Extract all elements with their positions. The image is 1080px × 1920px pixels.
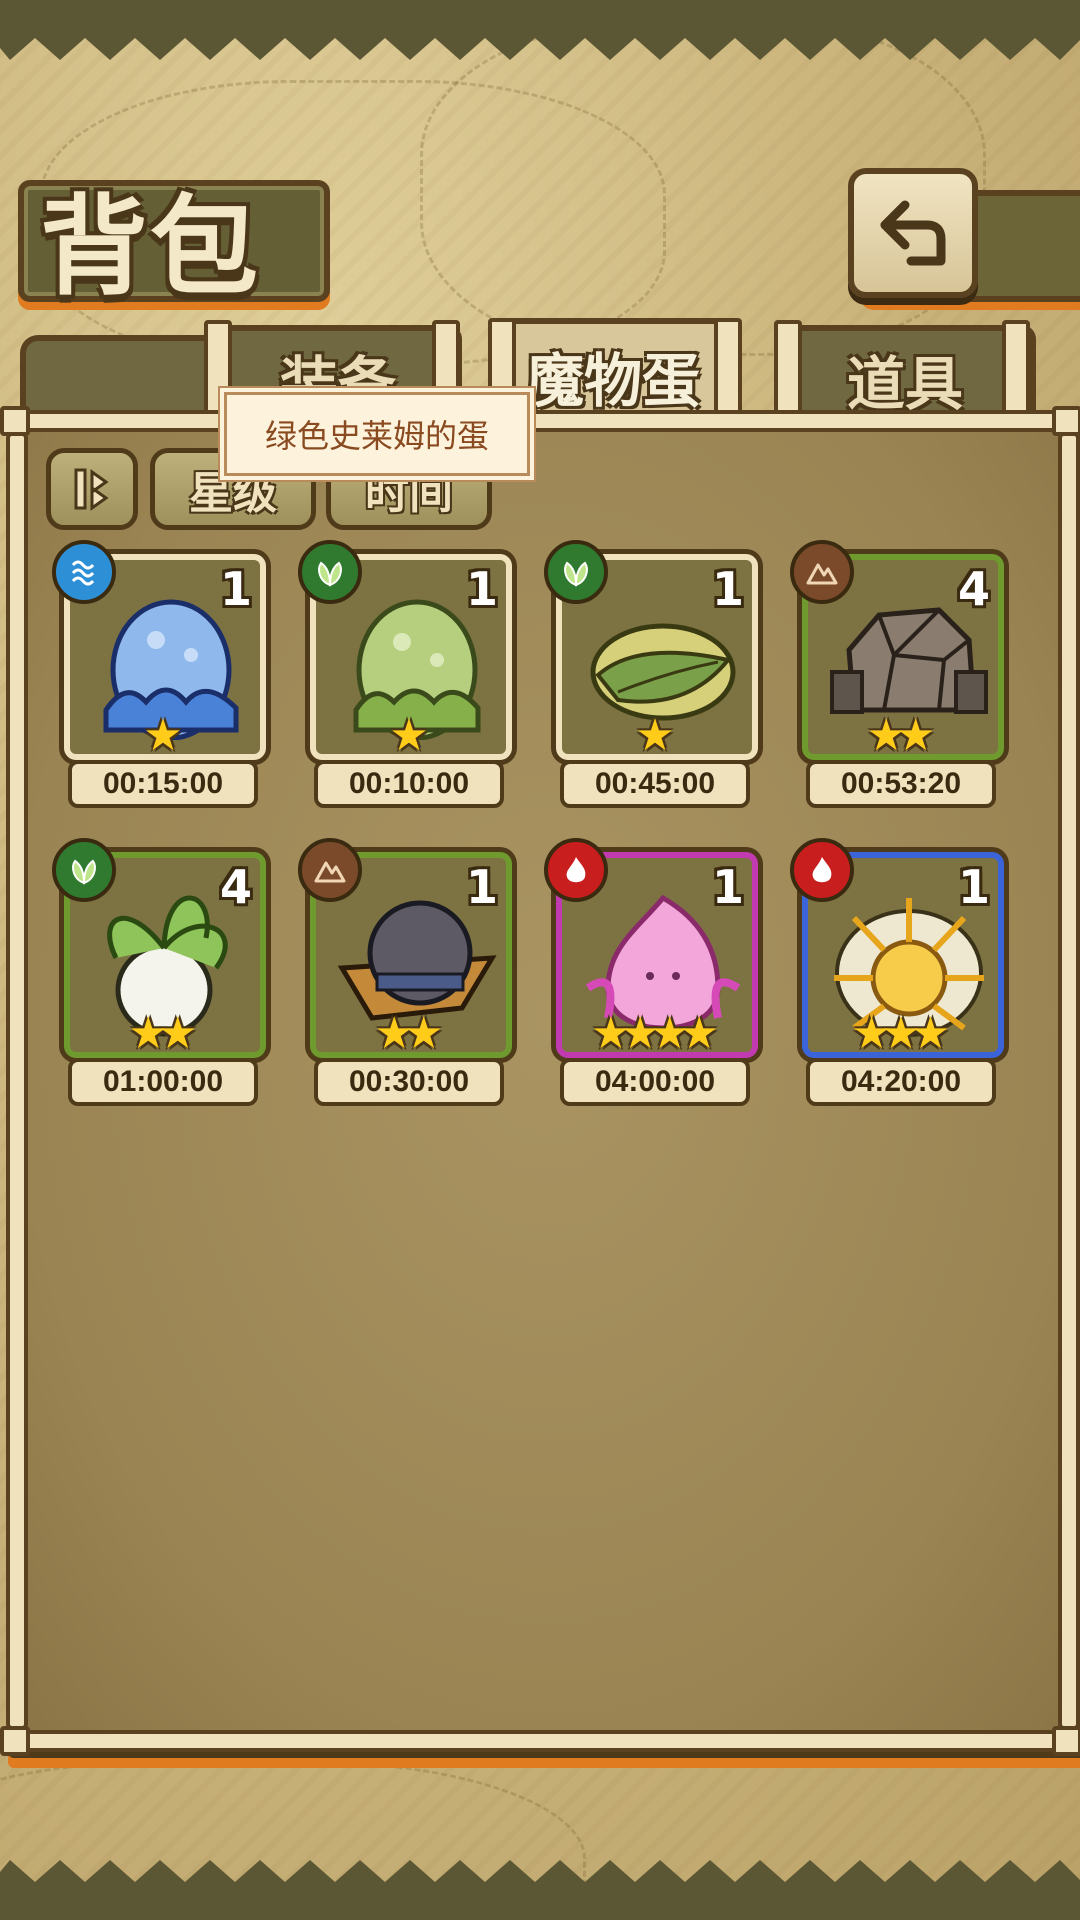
hatch-timer: 00:15:00 [68, 760, 258, 808]
star-rating: ★★★★ [591, 1008, 719, 1059]
egg-card[interactable]: 1 ★★★ 04:20:00 [790, 838, 1004, 1106]
egg-card[interactable]: 1 ★ 00:45:00 [544, 540, 758, 808]
fire-icon [544, 838, 608, 902]
torn-edge-top [0, 0, 1080, 60]
hatch-timer: 00:45:00 [560, 760, 750, 808]
hatch-timer: 04:00:00 [560, 1058, 750, 1106]
egg-card[interactable]: 1 ★★ 00:30:00 [298, 838, 512, 1106]
egg-count: 4 [957, 562, 990, 616]
back-arrow-icon [880, 200, 946, 266]
fire-icon [790, 838, 854, 902]
back-button[interactable] [848, 168, 978, 298]
egg-card[interactable]: 4 ★★ 01:00:00 [52, 838, 266, 1106]
hatch-timer: 00:30:00 [314, 1058, 504, 1106]
star-rating: ★ [143, 710, 182, 761]
star-rating: ★★ [866, 710, 936, 761]
page-title: 背包 [40, 184, 261, 310]
egg-count: 1 [711, 562, 744, 616]
egg-count: 1 [957, 860, 990, 914]
egg-count: 1 [219, 562, 252, 616]
torn-edge-bottom [0, 1860, 1080, 1920]
panel-corner [1052, 1726, 1080, 1756]
star-rating: ★ [635, 710, 674, 761]
panel-rail-right [1058, 432, 1080, 1730]
star-rating: ★ [389, 710, 428, 761]
star-rating: ★★ [374, 1008, 444, 1059]
grass-icon [52, 838, 116, 902]
star-rating: ★★ [128, 1008, 198, 1059]
earth-icon [298, 838, 362, 902]
hatch-timer: 00:53:20 [806, 760, 996, 808]
hatch-timer: 00:10:00 [314, 760, 504, 808]
panel-rail-bottom [14, 1730, 1072, 1752]
star-rating: ★★★ [851, 1008, 950, 1059]
egg-card[interactable]: 1 ★★★★ 04:00:00 [544, 838, 758, 1106]
egg-count: 1 [711, 860, 744, 914]
sort-order-button[interactable] [46, 448, 138, 530]
panel-corner [0, 1726, 30, 1756]
panel-corner [1052, 406, 1080, 436]
earth-icon [790, 540, 854, 604]
grass-icon [544, 540, 608, 604]
panel-rail-top [14, 410, 1072, 432]
panel-corner [0, 406, 30, 436]
panel-rail-left [6, 432, 28, 1730]
water-icon [52, 540, 116, 604]
hatch-timer: 01:00:00 [68, 1058, 258, 1106]
item-name-tooltip: 绿色史莱姆的蛋 [224, 392, 530, 476]
tab-label: 魔物蛋 [525, 347, 700, 415]
egg-card[interactable]: 1 ★ 00:15:00 [52, 540, 266, 808]
egg-count: 1 [465, 860, 498, 914]
egg-count: 4 [219, 860, 252, 914]
egg-card[interactable]: 4 ★★ 00:53:20 [790, 540, 1004, 808]
hatch-timer: 04:20:00 [806, 1058, 996, 1106]
tooltip-text: 绿色史莱姆的蛋 [264, 417, 489, 455]
backpack-screen: 背包 装备 魔物蛋 道具 星级 时间 绿色史莱姆的蛋 1 ★ 00:15:00 1 ★ 0… [0, 0, 1080, 1920]
tab-post [714, 318, 742, 424]
egg-count: 1 [465, 562, 498, 616]
egg-card[interactable]: 1 ★ 00:10:00 [298, 540, 512, 808]
grass-icon [298, 540, 362, 604]
sort-order-icon [74, 468, 109, 511]
tab-label: 道具 [846, 350, 963, 418]
